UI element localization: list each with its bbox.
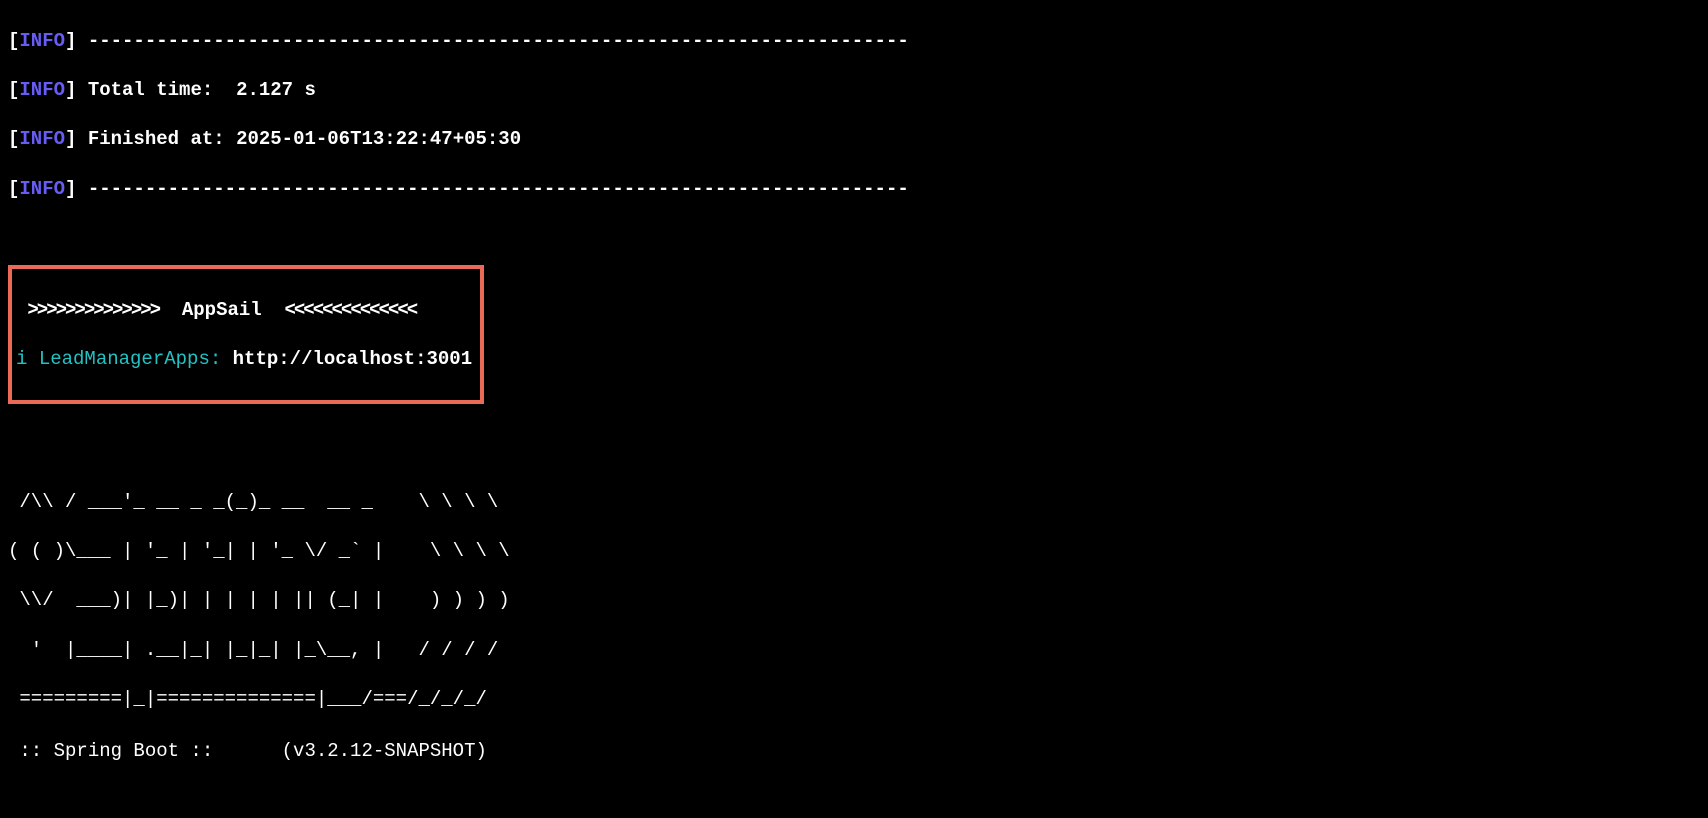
dash-separator: ----------------------------------------…: [88, 178, 909, 200]
dash-separator: ----------------------------------------…: [88, 30, 909, 52]
ascii-line: ( ( )\___ | '_ | '_| | '_ \/ _` | \ \ \ …: [8, 539, 1700, 564]
arrows-left: >>>>>>>>>>>>>>: [27, 299, 159, 321]
local-url[interactable]: http://localhost:3001: [233, 348, 472, 370]
ascii-line: \\/ ___)| |_)| | | | | || (_| | ) ) ) ): [8, 588, 1700, 613]
spring-boot-version: :: Spring Boot :: (v3.2.12-SNAPSHOT): [8, 739, 1700, 764]
arrows-right: <<<<<<<<<<<<<<: [285, 299, 417, 321]
appsail-highlight-box: >>>>>>>>>>>>>> AppSail <<<<<<<<<<<<<< i …: [8, 265, 484, 404]
total-time-label: Total time:: [88, 79, 236, 101]
appsail-title: AppSail: [182, 299, 262, 321]
info-tag: INFO: [19, 79, 65, 101]
finished-at-value: 2025-01-06T13:22:47+05:30: [236, 128, 521, 150]
ascii-line: =========|_|==============|___/===/_/_/_…: [8, 687, 1700, 712]
info-tag: INFO: [19, 178, 65, 200]
appsail-url-line: i LeadManagerApps: http://localhost:3001: [16, 347, 472, 372]
ascii-line: ' |____| .__|_| |_|_| |_\__, | / / / /: [8, 638, 1700, 663]
info-icon: i: [16, 348, 27, 370]
ascii-line: /\\ / ___'_ __ _ _(_)_ __ __ _ \ \ \ \: [8, 490, 1700, 515]
total-time-value: 2.127 s: [236, 79, 316, 101]
info-tag: INFO: [19, 128, 65, 150]
info-line-total-time: [INFO] Total time: 2.127 s: [8, 78, 1700, 103]
info-line-dashes-bottom: [INFO] ---------------------------------…: [8, 177, 1700, 202]
info-tag: INFO: [19, 30, 65, 52]
finished-at-label: Finished at:: [88, 128, 236, 150]
info-line-finished-at: [INFO] Finished at: 2025-01-06T13:22:47+…: [8, 127, 1700, 152]
terminal-output: [INFO] ---------------------------------…: [0, 0, 1708, 818]
appsail-header: >>>>>>>>>>>>>> AppSail <<<<<<<<<<<<<<: [16, 298, 472, 323]
spring-boot-banner: /\\ / ___'_ __ _ _(_)_ __ __ _ \ \ \ \ (…: [8, 465, 1700, 788]
info-line-dashes-top: [INFO] ---------------------------------…: [8, 29, 1700, 54]
app-label: LeadManagerApps:: [39, 348, 221, 370]
